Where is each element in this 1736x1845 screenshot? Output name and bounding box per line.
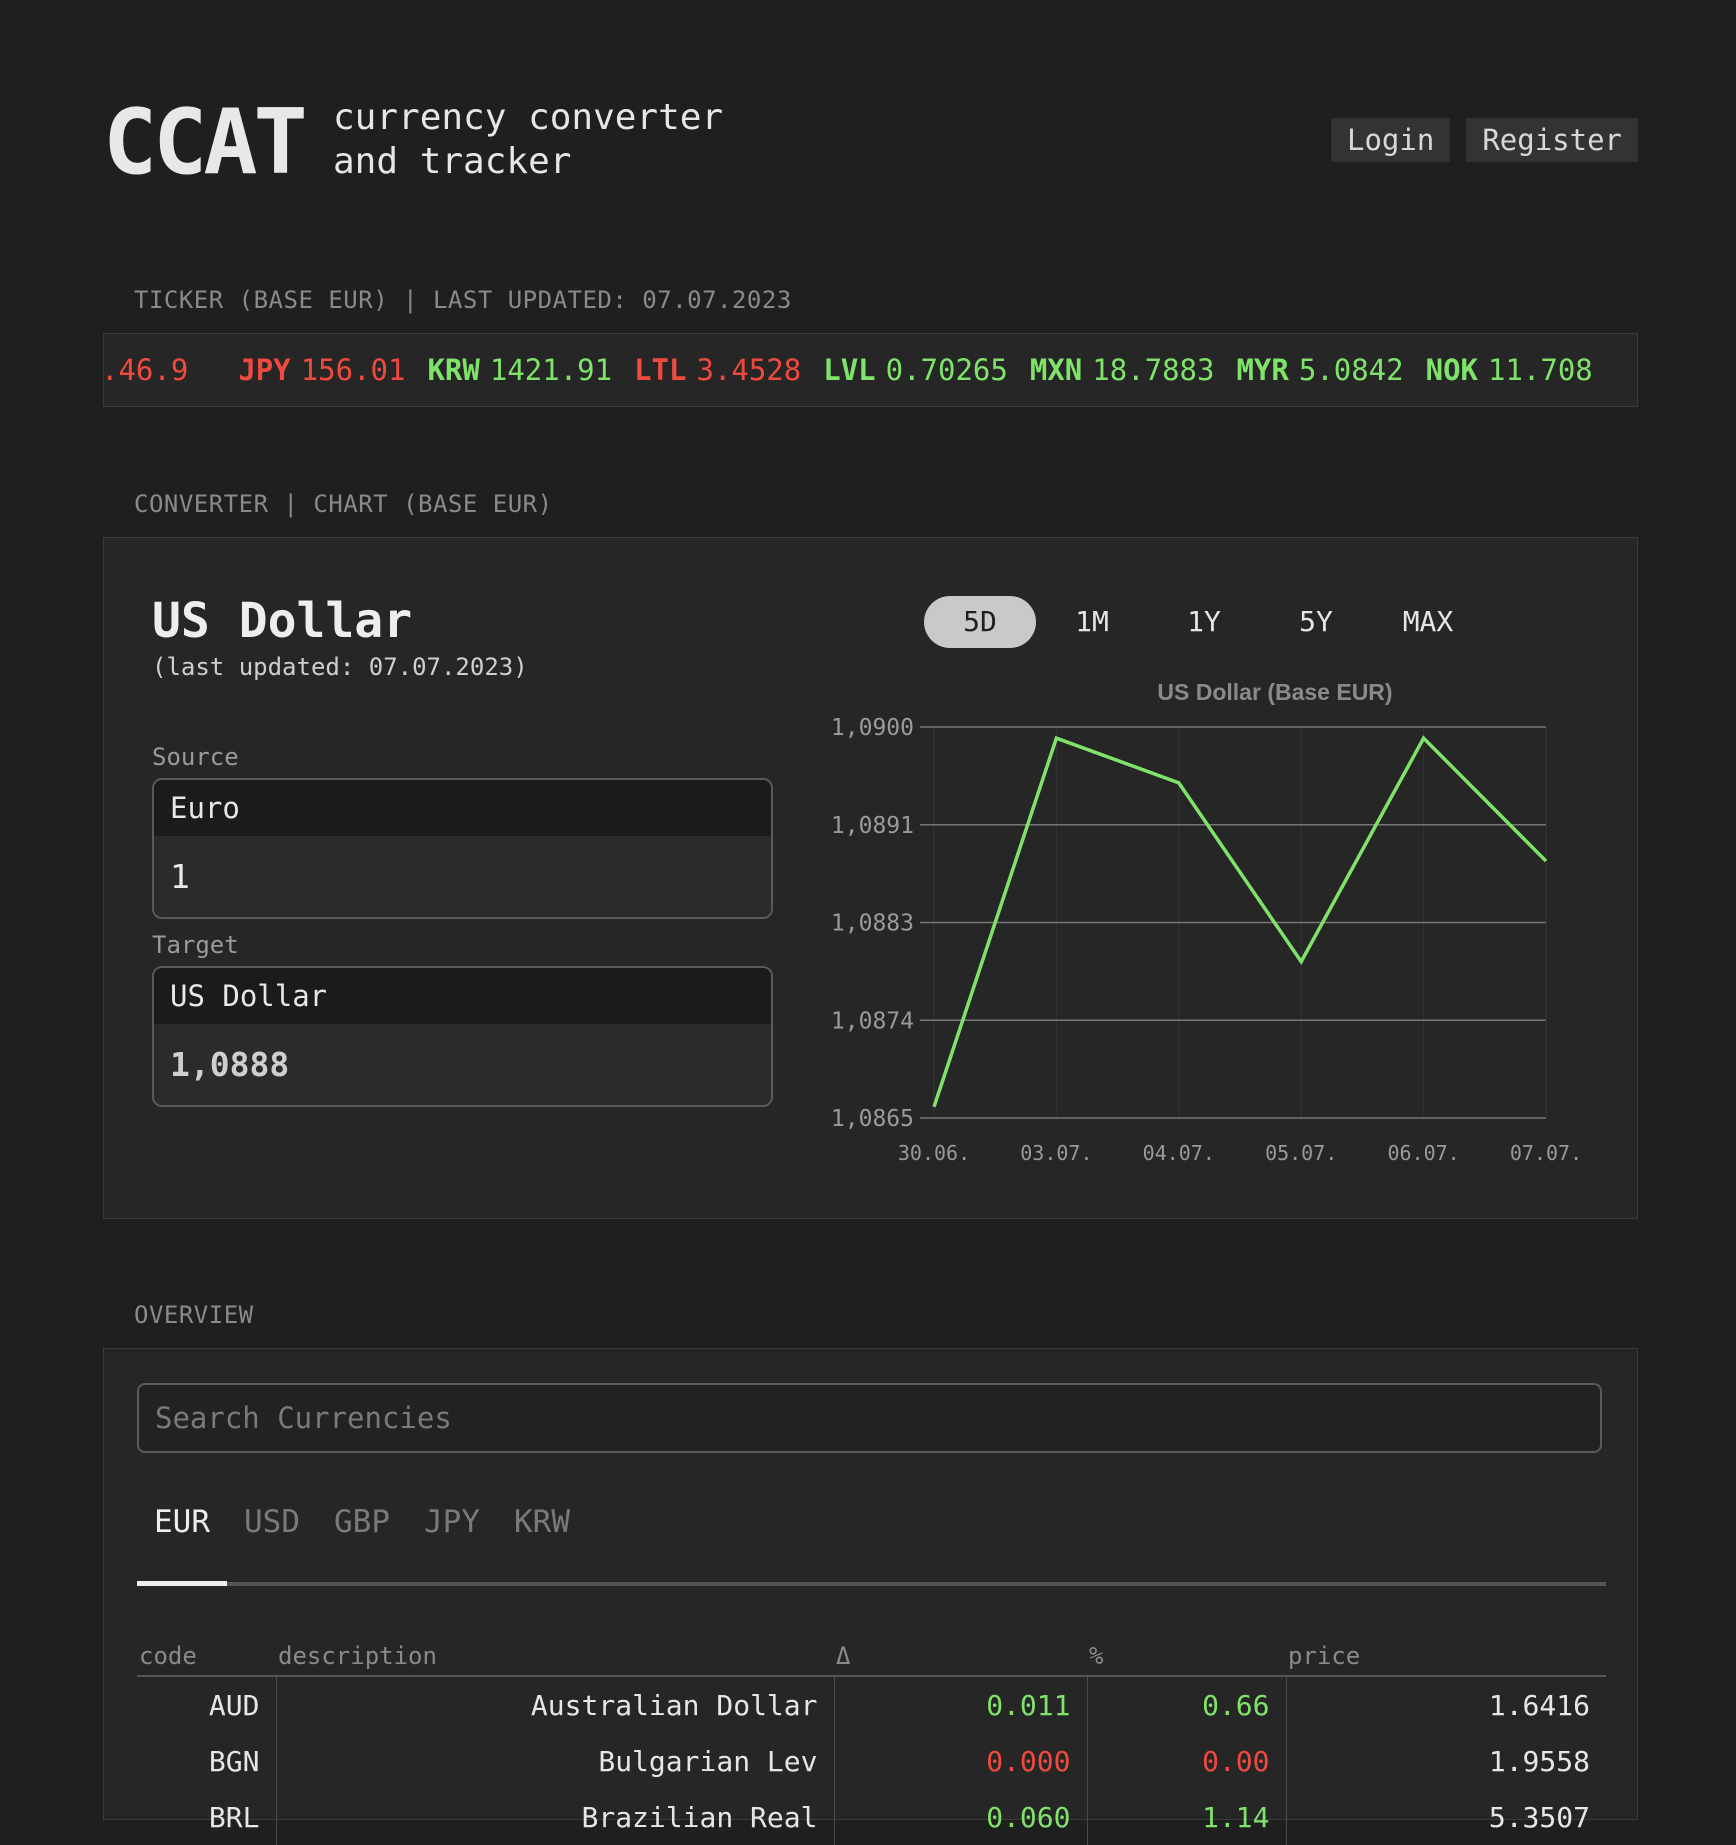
ticker-rate: .46.9 (103, 353, 189, 387)
ticker-item: MYR 5.0842 (1236, 334, 1403, 406)
ticker-item: NOK 11.708 (1426, 334, 1593, 406)
auth-buttons: Login Register (1331, 118, 1638, 162)
app-logo: CCAT (103, 90, 308, 195)
ticker-strip: .46.9 JPY 156.01 KRW 1421.91 LTL 3.4528 LVL 0.70… (103, 333, 1638, 407)
ticker-track: .46.9 JPY 156.01 KRW 1421.91 LTL 3.4528 LVL 0.70… (103, 334, 1615, 406)
tab-active-indicator (137, 1581, 227, 1586)
table-body: AUD Australian Dollar 0.011 0.66 1.6416 BGN Bu… (137, 1676, 1606, 1845)
ticker-item: .46.9 (103, 334, 189, 406)
ticker-item: JPY 156.01 (238, 334, 405, 406)
app-header: CCAT currency converter and tracker Logi… (103, 88, 1638, 198)
overview-panel: EURUSDGBPJPYKRW code description Δ % pri… (103, 1348, 1638, 1845)
rate-chart: US Dollar (Base EUR) 1,0865 1,0874 1,0883 1,… (831, 679, 1582, 1165)
base-currency-tabs: EUR USD GBP JPY KRW (137, 1497, 587, 1547)
app-tagline: currency converter and tracker (333, 96, 723, 184)
base-tab-krw[interactable]: KRW (497, 1497, 587, 1547)
ticker-code: LTL (634, 353, 687, 387)
x-tick-label: 06.07. (1387, 1141, 1459, 1165)
ticker-code: KRW (427, 353, 480, 387)
cell-delta: 0.000 (834, 1733, 1088, 1789)
ticker-rate: 5.0842 (1298, 353, 1404, 387)
cell-pct: 0.00 (1087, 1733, 1287, 1789)
cell-description: Bulgarian Lev (276, 1733, 835, 1789)
ticker-code: NOK (1425, 353, 1478, 387)
cell-description: Australian Dollar (276, 1676, 835, 1733)
ticker-code: MXN (1029, 353, 1083, 387)
ticker-label: TICKER (BASE EUR) | LAST UPDATED: 07.07.… (134, 286, 792, 314)
ticker-item: LTL 3.4528 (634, 334, 801, 406)
tagline-line-1: currency converter (333, 97, 724, 138)
base-tab-jpy[interactable]: JPY (407, 1497, 497, 1547)
col-delta[interactable]: Δ (834, 1637, 1087, 1677)
tagline-line-2: and tracker (333, 141, 572, 182)
y-tick-label: 1,0865 (831, 1106, 914, 1132)
ticker-code: LVL (823, 353, 876, 387)
cell-code: AUD (137, 1676, 277, 1733)
cell-code: BGN (137, 1733, 277, 1789)
col-code[interactable]: code (137, 1637, 276, 1677)
y-tick-label: 1,0874 (831, 1008, 914, 1034)
x-tick-label: 03.07. (1020, 1141, 1092, 1165)
tab-rule (137, 1582, 1606, 1586)
cell-price: 1.6416 (1488, 1688, 1590, 1722)
y-tick-label: 1,0883 (831, 911, 914, 937)
col-percent[interactable]: % (1087, 1637, 1286, 1677)
ticker-rate: 3.4528 (696, 353, 802, 387)
converter-panel: US Dollar (last updated: 07.07.2023) Sou… (103, 537, 1638, 1219)
login-button[interactable]: Login (1331, 118, 1451, 162)
ticker-item: MXN 18.7883 (1030, 334, 1215, 406)
y-tick-label: 1,0900 (831, 715, 914, 741)
table-header-row: code description Δ % price (137, 1637, 1606, 1677)
converter-label: CONVERTER | CHART (BASE EUR) (134, 490, 553, 518)
x-tick-label: 04.07. (1143, 1141, 1215, 1165)
base-tab-usd[interactable]: USD (227, 1497, 317, 1547)
ticker-rate: 0.70265 (885, 353, 1008, 387)
ticker-rate: 11.708 (1488, 353, 1593, 387)
ticker-code: MYR (1236, 353, 1289, 387)
table-row[interactable]: BRL Brazilian Real 0.060 1.14 5.3507 (137, 1789, 1606, 1845)
col-description[interactable]: description (276, 1637, 834, 1677)
search-input[interactable] (137, 1383, 1602, 1453)
ticker-rate: 156.01 (300, 353, 406, 387)
cell-price: 1.9558 (1488, 1744, 1590, 1778)
base-tab-gbp[interactable]: GBP (317, 1497, 407, 1547)
y-tick-label: 1,0891 (831, 813, 914, 839)
chart-title: US Dollar (Base EUR) (1157, 679, 1392, 705)
overview-label: OVERVIEW (134, 1301, 254, 1329)
x-tick-label: 30.06. (898, 1141, 970, 1165)
cell-code: BRL (137, 1789, 277, 1845)
table-row[interactable]: AUD Australian Dollar 0.011 0.66 1.6416 (137, 1676, 1606, 1733)
cell-delta: 0.011 (834, 1676, 1088, 1733)
cell-pct: 1.14 (1087, 1789, 1287, 1845)
cell-pct: 0.66 (1087, 1676, 1287, 1733)
ticker-code: JPY (238, 353, 291, 387)
col-price[interactable]: price (1286, 1637, 1606, 1677)
table-row[interactable]: BGN Bulgarian Lev 0.000 0.00 1.9558 (137, 1733, 1606, 1789)
currency-table: code description Δ % price AUD Australian… (137, 1637, 1606, 1845)
register-button[interactable]: Register (1466, 118, 1638, 162)
cell-delta: 0.060 (834, 1789, 1088, 1845)
cell-price: 5.3507 (1488, 1800, 1590, 1834)
ticker-rate: 18.7883 (1092, 353, 1215, 387)
ticker-item: KRW 1421.91 (427, 334, 612, 406)
x-tick-label: 07.07. (1510, 1141, 1582, 1165)
base-tab-eur[interactable]: EUR (137, 1497, 227, 1547)
cell-description: Brazilian Real (276, 1789, 835, 1845)
x-tick-label: 05.07. (1265, 1141, 1337, 1165)
ticker-item: LVL 0.70265 (823, 334, 1008, 406)
ticker-rate: 1421.91 (489, 353, 613, 387)
